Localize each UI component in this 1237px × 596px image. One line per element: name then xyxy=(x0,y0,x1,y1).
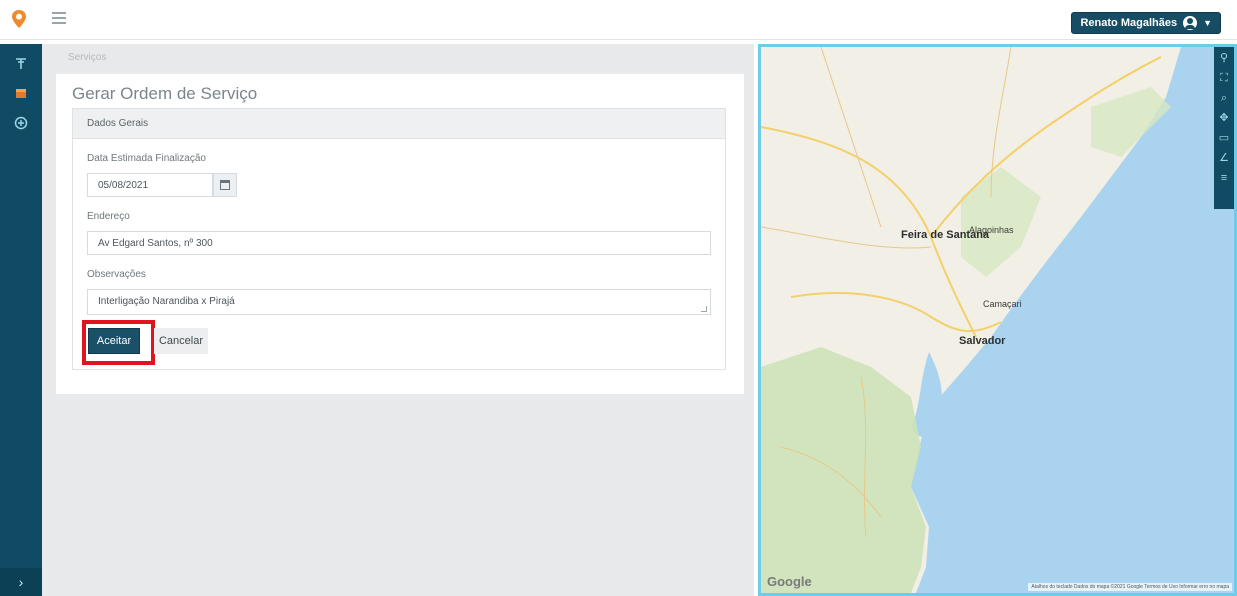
map-toolbar: ⚲ ⛶ ⌕ ✥ ▭ ∠ ≡ xyxy=(1214,47,1234,209)
calendar-icon xyxy=(220,180,230,190)
google-logo: Google xyxy=(767,574,812,589)
chevron-down-icon: ▼ xyxy=(1203,18,1212,28)
sidebar-calendar-icon[interactable] xyxy=(12,84,30,102)
map-search-icon[interactable]: ⌕ xyxy=(1221,91,1227,105)
map-attribution[interactable]: Atalhos do teclado Dados do mapa ©2021 G… xyxy=(1028,583,1232,591)
sidebar-tower-icon[interactable] xyxy=(12,54,30,72)
page-title: Gerar Ordem de Serviço xyxy=(72,84,258,103)
breadcrumb[interactable]: Serviços xyxy=(68,52,106,63)
map-label-camacari: Camaçari xyxy=(983,299,1022,309)
user-avatar-icon xyxy=(1183,16,1198,30)
measure-icon[interactable]: ∠ xyxy=(1219,151,1229,165)
sidebar: › xyxy=(0,44,42,596)
map-label-salvador: Salvador xyxy=(959,335,1006,347)
fullscreen-icon[interactable]: ⛶ xyxy=(1220,71,1228,85)
notes-textarea[interactable]: Interligação Narandiba x Pirajá xyxy=(87,289,711,315)
cancel-button[interactable]: Cancelar xyxy=(154,328,208,354)
sidebar-expand-icon[interactable]: › xyxy=(0,568,42,596)
date-field[interactable]: 05/08/2021 xyxy=(87,173,213,197)
user-name: Renato Magalhães xyxy=(1080,17,1178,29)
location-pin-logo-icon[interactable] xyxy=(8,8,30,30)
map-label-alagoinhas: Alagoinhas xyxy=(969,225,1014,235)
list-icon[interactable]: ≡ xyxy=(1221,171,1227,185)
map-canvas[interactable] xyxy=(761,47,1234,593)
accept-button[interactable]: Aceitar xyxy=(88,328,140,354)
sidebar-add-icon[interactable] xyxy=(12,114,30,132)
hamburger-menu-icon[interactable] xyxy=(52,12,66,26)
address-label: Endereço xyxy=(87,211,130,222)
pan-icon[interactable]: ✥ xyxy=(1219,111,1228,125)
date-label: Data Estimada Finalização xyxy=(87,153,206,164)
map-view[interactable]: Feira de Santana Salvador Camaçari Alago… xyxy=(758,44,1237,596)
user-menu-button[interactable]: Renato Magalhães ▼ xyxy=(1071,12,1221,34)
map-pin-icon[interactable]: ⚲ xyxy=(1220,51,1228,65)
address-field[interactable]: Av Edgard Santos, nº 300 xyxy=(87,231,711,255)
resize-handle[interactable] xyxy=(701,306,707,312)
card-title: Dados Gerais xyxy=(73,109,725,139)
notes-text: Interligação Narandiba x Pirajá xyxy=(98,296,235,307)
notes-label: Observações xyxy=(87,269,146,280)
calendar-picker-button[interactable] xyxy=(213,173,237,197)
layers-icon[interactable]: ▭ xyxy=(1219,131,1229,145)
main-content: Serviços Gerar Ordem de Serviço Dados Ge… xyxy=(42,44,754,596)
top-bar: Renato Magalhães ▼ xyxy=(0,0,1237,40)
